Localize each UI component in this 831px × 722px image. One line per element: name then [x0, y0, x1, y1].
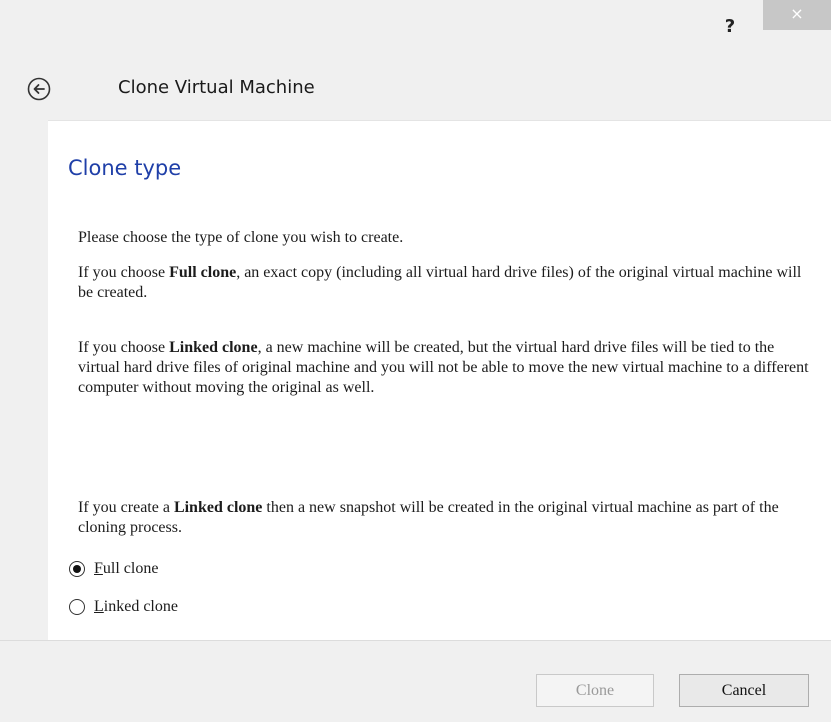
snapshot-para-pre: If you create a	[78, 499, 174, 516]
cancel-button[interactable]: Cancel	[679, 674, 809, 707]
section-title: Clone type	[68, 156, 182, 180]
linked-clone-label: Linked clone	[94, 598, 178, 616]
full-para-bold: Full clone	[169, 264, 237, 281]
linked-para-pre: If you choose	[78, 339, 170, 356]
linked-clone-description: If you choose Linked clone, a new machin…	[78, 338, 818, 398]
full-clone-radio[interactable]: Full clone	[69, 558, 158, 580]
full-clone-label: Full clone	[94, 560, 158, 578]
clone-button[interactable]: Clone	[536, 674, 654, 707]
full-para-pre: If you choose	[78, 264, 170, 281]
radio-button-linked[interactable]	[69, 599, 85, 615]
content-panel: Clone type Please choose the type of clo…	[48, 120, 831, 641]
back-arrow-icon	[27, 77, 51, 101]
linked-clone-label-rest: inked clone	[103, 598, 178, 615]
snapshot-para-bold: Linked clone	[173, 499, 263, 516]
intro-text: Please choose the type of clone you wish…	[78, 229, 404, 246]
help-button[interactable]: ?	[717, 12, 743, 42]
dialog-title: Clone Virtual Machine	[118, 77, 315, 98]
full-clone-accel: F	[94, 560, 103, 577]
linked-clone-accel: L	[94, 598, 104, 615]
linked-para-bold: Linked clone	[169, 339, 258, 356]
linked-clone-radio[interactable]: Linked clone	[69, 596, 178, 618]
radio-button-full[interactable]	[69, 561, 85, 577]
clone-vm-dialog: ? × Clone Virtual Machine Clone type Ple…	[0, 0, 831, 722]
full-clone-label-rest: ull clone	[102, 560, 159, 577]
title-bar: ? ×	[0, 0, 831, 56]
footer: Clone Cancel	[0, 640, 831, 722]
snapshot-description: If you create a Linked clone then a new …	[78, 498, 818, 538]
back-button[interactable]	[27, 77, 51, 101]
full-clone-description: If you choose Full clone, an exact copy …	[78, 263, 818, 303]
header: Clone Virtual Machine	[0, 56, 831, 120]
close-button[interactable]: ×	[763, 0, 831, 30]
